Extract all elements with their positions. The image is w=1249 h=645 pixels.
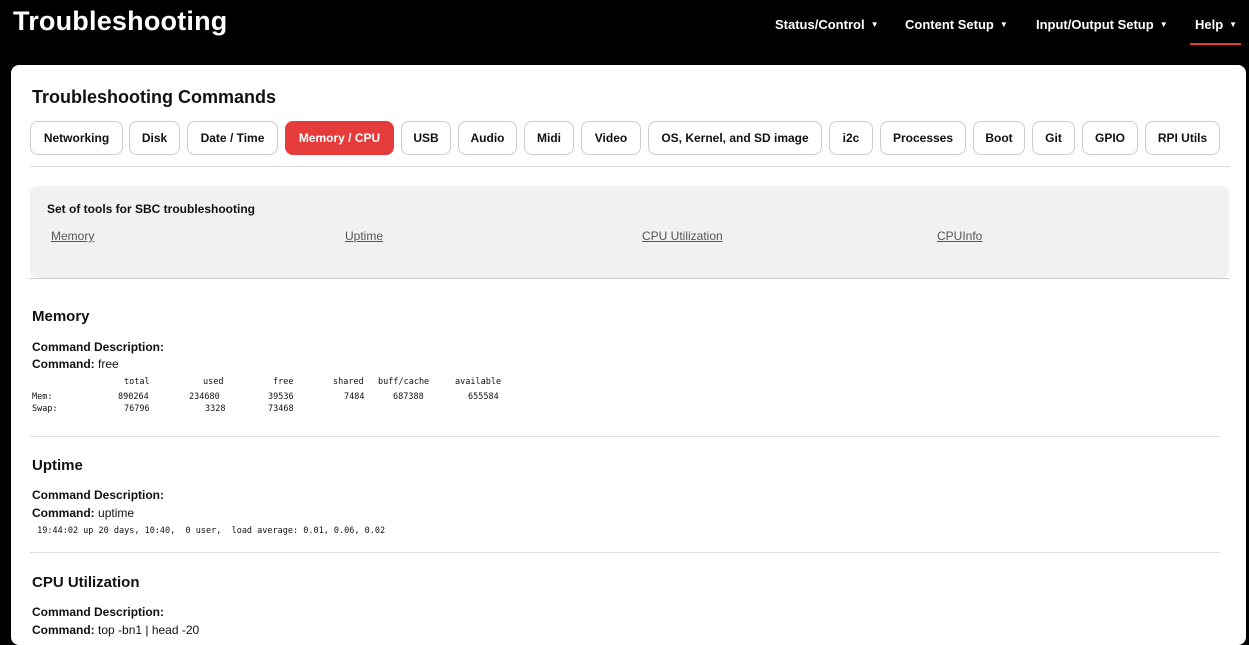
nav-content-setup[interactable]: Content Setup ▼	[905, 17, 1008, 32]
table-cell: 39536	[268, 392, 294, 402]
uptime-heading: Uptime	[32, 457, 83, 474]
caret-down-icon: ▼	[1229, 20, 1238, 29]
uptime-command: Command: uptime	[32, 506, 135, 520]
caret-down-icon: ▼	[1159, 20, 1168, 29]
row-label: Swap:	[32, 404, 58, 414]
table-cell: 76796	[124, 404, 150, 414]
link-uptime[interactable]: Uptime	[345, 229, 383, 243]
tab-usb[interactable]: USB	[401, 121, 451, 155]
tab-rpi-utils[interactable]: RPI Utils	[1145, 121, 1220, 155]
tab-date-time[interactable]: Date / Time	[187, 121, 278, 155]
memory-description: Command Description:	[32, 340, 165, 354]
tab-processes[interactable]: Processes	[880, 121, 966, 155]
nav-help[interactable]: Help ▼	[1195, 17, 1237, 32]
nav-input-output-setup[interactable]: Input/Output Setup ▼	[1036, 17, 1168, 32]
tab-disk[interactable]: Disk	[129, 121, 180, 155]
divider	[30, 166, 1230, 167]
col-header: shared	[333, 377, 364, 387]
nav-active-indicator	[1190, 43, 1241, 45]
table-cell: 3328	[205, 404, 226, 414]
tab-video[interactable]: Video	[581, 121, 641, 155]
col-header: buff/cache	[378, 377, 430, 387]
uptime-output: 19:44:02 up 20 days, 10:40, 0 user, load…	[32, 526, 386, 536]
tab-gpio[interactable]: GPIO	[1082, 121, 1138, 155]
divider	[30, 436, 1220, 437]
tab-boot[interactable]: Boot	[973, 121, 1025, 155]
tab-midi[interactable]: Midi	[524, 121, 574, 155]
top-bar: Troubleshooting Status/Control ▼ Content …	[0, 0, 1249, 54]
link-memory[interactable]: Memory	[51, 229, 94, 243]
cpu-command: Command: top -bn1 | head -20	[32, 623, 200, 637]
col-header: total	[124, 377, 150, 387]
col-header: free	[273, 377, 294, 387]
tab-memory-cpu[interactable]: Memory / CPU	[285, 121, 394, 155]
link-cpuinfo[interactable]: CPUInfo	[937, 229, 982, 243]
tab-git[interactable]: Git	[1032, 121, 1075, 155]
caret-down-icon: ▼	[999, 20, 1008, 29]
divider	[30, 278, 1229, 279]
table-cell: 890264	[118, 392, 149, 402]
app-title: Troubleshooting	[13, 6, 228, 36]
cpu-description: Command Description:	[32, 605, 165, 619]
cpu-utilization-heading: CPU Utilization	[32, 574, 140, 591]
page-title: Troubleshooting Commands	[32, 87, 277, 107]
col-header: used	[203, 377, 224, 387]
table-cell: 7484	[344, 392, 365, 402]
divider	[30, 552, 1220, 553]
tools-title: Set of tools for SBC troubleshooting	[47, 202, 255, 216]
memory-heading: Memory	[32, 308, 90, 325]
col-header: available	[455, 377, 502, 387]
table-cell: 687388	[393, 392, 424, 402]
main-panel: Troubleshooting Commands Networking Disk…	[11, 65, 1246, 645]
tab-i2c[interactable]: i2c	[829, 121, 873, 155]
memory-command: Command: free	[32, 357, 119, 371]
table-cell: 73468	[268, 404, 294, 414]
table-cell: 234680	[189, 392, 220, 402]
tools-box: Set of tools for SBC troubleshooting Mem…	[30, 186, 1229, 278]
tab-audio[interactable]: Audio	[458, 121, 517, 155]
tab-networking[interactable]: Networking	[30, 121, 123, 155]
row-label: Mem:	[32, 392, 53, 402]
table-cell: 655584	[468, 392, 499, 402]
uptime-description: Command Description:	[32, 488, 165, 502]
link-cpu-utilization[interactable]: CPU Utilization	[642, 229, 723, 243]
caret-down-icon: ▼	[870, 20, 879, 29]
tab-os-kernel-sd[interactable]: OS, Kernel, and SD image	[648, 121, 822, 155]
nav-status-control[interactable]: Status/Control ▼	[775, 17, 878, 32]
